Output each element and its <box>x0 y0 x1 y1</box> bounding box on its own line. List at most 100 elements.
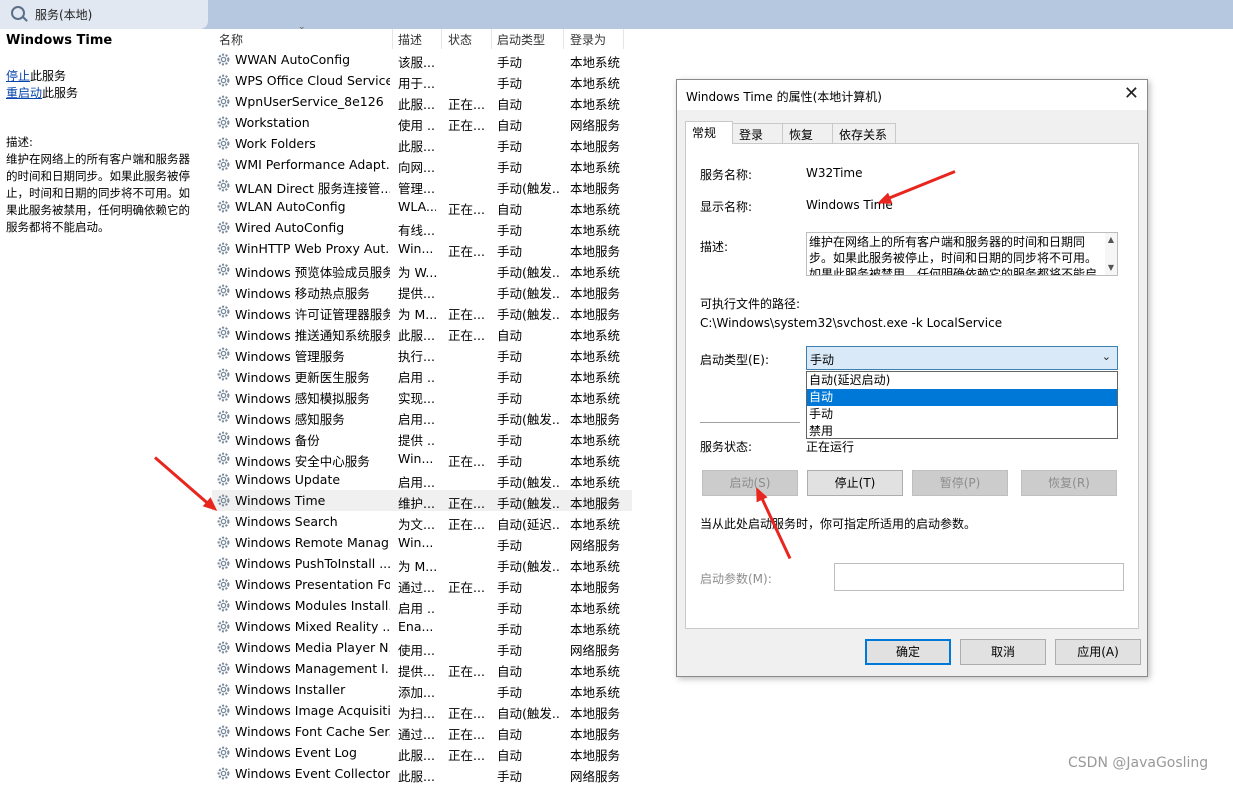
table-row[interactable]: Windows Event Collector 此服... 手动 网络服务 <box>212 763 632 784</box>
start-button[interactable]: 启动(S) <box>702 470 798 496</box>
start-params-input[interactable] <box>834 563 1124 591</box>
tab-logon[interactable]: 登录 <box>732 123 783 143</box>
option-disabled[interactable]: 禁用 <box>807 423 1117 440</box>
cell-name: Wired AutoConfig <box>235 220 345 235</box>
cell-description: 启用... <box>398 412 435 427</box>
table-row[interactable]: Windows Presentation Fo... 通过... 正在... 手动 本地… <box>212 574 632 595</box>
stop-service-link[interactable]: 停止 <box>6 69 30 83</box>
cell-description: 使用... <box>398 643 435 658</box>
column-header-startup[interactable]: 启动类型 <box>497 31 545 48</box>
cell-logon-as: 本地服务 <box>570 496 621 511</box>
description-box[interactable]: 维护在网络上的所有客户端和服务器的时间和日期同步。如果此服务被停止，时间和日期的… <box>806 232 1118 276</box>
table-row[interactable]: WpnUserService_8e126 此服... 正在... 自动 本地系统 <box>212 91 632 112</box>
cell-status: 正在... <box>448 517 485 532</box>
table-row[interactable]: Windows Remote Manag... Win... 手动 网络服务 <box>212 532 632 553</box>
column-header-status[interactable]: 状态 <box>448 31 472 48</box>
table-row[interactable]: WinHTTP Web Proxy Aut... Win... 正在... 手动 本地服… <box>212 238 632 259</box>
column-header-logon[interactable]: 登录为 <box>570 31 606 48</box>
gear-icon <box>216 220 231 235</box>
table-row[interactable]: Windows 预览体验成员服务为 W... 手动(触发... 本地系统 <box>212 259 632 280</box>
table-row[interactable]: WPS Office Cloud Service 用于... 手动 本地系统 <box>212 70 632 91</box>
cell-logon-as: 网络服务 <box>570 643 621 658</box>
cell-status: 正在... <box>448 664 485 679</box>
tab-recovery[interactable]: 恢复 <box>782 123 833 143</box>
table-row[interactable]: Windows Font Cache Ser... 通过... 正在... 自动 本地服… <box>212 721 632 742</box>
column-header-name[interactable]: 名称 <box>219 31 243 48</box>
table-row[interactable]: WWAN AutoConfig 该服... 手动 本地系统 <box>212 49 632 70</box>
cell-logon-as: 本地系统 <box>570 160 621 175</box>
cell-description: 用于... <box>398 76 435 91</box>
table-row[interactable]: Windows 更新医生服务 启用 ... 手动 本地系统 <box>212 364 632 385</box>
stop-button[interactable]: 停止(T) <box>807 470 903 496</box>
scrollbar[interactable]: ▲ ▼ <box>1105 233 1117 275</box>
table-row[interactable]: WMI Performance Adapt... 向网... 手动 本地系统 <box>212 154 632 175</box>
cell-name: Workstation <box>235 115 310 130</box>
cell-startup-type: 手动 <box>497 685 523 700</box>
table-row[interactable]: Windows Media Player N... 使用... 手动 网络服务 <box>212 637 632 658</box>
resume-button[interactable]: 恢复(R) <box>1021 470 1117 496</box>
table-row[interactable]: Windows Modules Install... 启用 ... 手动 本地系统 <box>212 595 632 616</box>
table-row[interactable]: Windows Time 维护... 正在... 手动(触发... 本地服务 <box>212 490 632 511</box>
table-row[interactable]: Windows 许可证管理器服务为 M... 正在... 手动(触发... 本地服务 <box>212 301 632 322</box>
cell-startup-type: 手动 <box>497 244 523 259</box>
cell-logon-as: 本地系统 <box>570 601 621 616</box>
table-row[interactable]: Windows Event Log 此服... 正在... 自动 本地服务 <box>212 742 632 763</box>
cell-description: Ena... <box>398 619 434 634</box>
cancel-button[interactable]: 取消 <box>960 639 1046 665</box>
table-row[interactable]: Windows Installer 添加... 手动 本地系统 <box>212 679 632 700</box>
table-row[interactable]: Wired AutoConfig 有线... 手动 本地系统 <box>212 217 632 238</box>
cell-description: 为 W... <box>398 265 436 280</box>
cell-name: WWAN AutoConfig <box>235 52 351 67</box>
cell-startup-type: 手动 <box>497 55 523 70</box>
cell-name: Windows Presentation Fo... <box>235 577 390 592</box>
option-auto[interactable]: 自动 <box>807 389 1117 406</box>
cell-startup-type: 自动(延迟... <box>497 517 561 532</box>
option-auto-delayed[interactable]: 自动(延迟启动) <box>807 372 1117 389</box>
table-row[interactable]: Windows 推送通知系统服务 此服... 正在... 自动 本地系统 <box>212 322 632 343</box>
table-row[interactable]: WLAN AutoConfig WLA... 正在... 自动 本地系统 <box>212 196 632 217</box>
table-row[interactable]: Windows 移动热点服务 提供... 手动(触发... 本地服务 <box>212 280 632 301</box>
table-row[interactable]: WLAN Direct 服务连接管... 管理... 手动(触发... 本地服务 <box>212 175 632 196</box>
gear-icon <box>216 472 231 487</box>
services-list: ⌄ 名称 描述 状态 启动类型 登录为 WWAN AutoConfig 该服...… <box>212 22 632 784</box>
window-tab[interactable]: 服务(本地) <box>0 0 208 29</box>
cell-logon-as: 本地服务 <box>570 139 621 154</box>
cell-logon-as: 本地服务 <box>570 580 621 595</box>
table-row[interactable]: Windows 感知模拟服务 实现... 手动 本地系统 <box>212 385 632 406</box>
cell-status: 正在... <box>448 97 485 112</box>
table-row[interactable]: Windows 感知服务 启用... 手动(触发... 本地服务 <box>212 406 632 427</box>
table-row[interactable]: Windows Update 启用... 手动(触发... 本地系统 <box>212 469 632 490</box>
cell-logon-as: 本地服务 <box>570 727 621 742</box>
chevron-down-icon: ⌄ <box>1101 350 1111 363</box>
cell-name: Windows Event Collector <box>235 766 390 781</box>
dialog-title: Windows Time 的属性(本地计算机) <box>686 90 882 104</box>
tab-general[interactable]: 常规 <box>685 121 733 144</box>
table-row[interactable]: Windows Image Acquisiti... 为扫... 正在... 自动(触… <box>212 700 632 721</box>
tab-dependencies[interactable]: 依存关系 <box>832 123 896 143</box>
ok-button[interactable]: 确定 <box>865 639 951 665</box>
table-row[interactable]: Windows 安全中心服务 Win... 正在... 手动 本地系统 <box>212 448 632 469</box>
pause-button[interactable]: 暂停(P) <box>912 470 1008 496</box>
cell-status: 正在... <box>448 706 485 721</box>
table-row[interactable]: Windows Mixed Reality ... Ena... 手动 本地系统 <box>212 616 632 637</box>
table-row[interactable]: Windows Search 为文... 正在... 自动(延迟... 本地系统 <box>212 511 632 532</box>
cell-startup-type: 手动 <box>497 76 523 91</box>
gear-icon <box>216 640 231 655</box>
title-bar: 服务(本地) <box>0 0 1233 29</box>
cell-name: WinHTTP Web Proxy Aut... <box>235 241 390 256</box>
close-icon[interactable]: ✕ <box>1124 83 1139 104</box>
option-manual[interactable]: 手动 <box>807 406 1117 423</box>
table-row[interactable]: Windows 备份 提供 ... 手动 本地系统 <box>212 427 632 448</box>
table-row[interactable]: Windows Management I... 提供... 正在... 自动 本地系统 <box>212 658 632 679</box>
gear-icon <box>216 766 231 781</box>
apply-button[interactable]: 应用(A) <box>1055 639 1141 665</box>
cell-logon-as: 本地系统 <box>570 517 621 532</box>
table-row[interactable]: Windows PushToInstall ... 为 M... 手动(触发... 本… <box>212 553 632 574</box>
startup-type-select[interactable]: 手动 ⌄ <box>806 346 1118 370</box>
table-row[interactable]: Windows 管理服务 执行... 手动 本地系统 <box>212 343 632 364</box>
table-row[interactable]: Work Folders 此服... 手动 本地服务 <box>212 133 632 154</box>
table-row[interactable]: Workstation 使用 ... 正在... 自动 网络服务 <box>212 112 632 133</box>
column-header-desc[interactable]: 描述 <box>398 31 422 48</box>
sort-caret-icon: ⌄ <box>298 22 306 32</box>
restart-service-link[interactable]: 重启动 <box>6 86 42 100</box>
